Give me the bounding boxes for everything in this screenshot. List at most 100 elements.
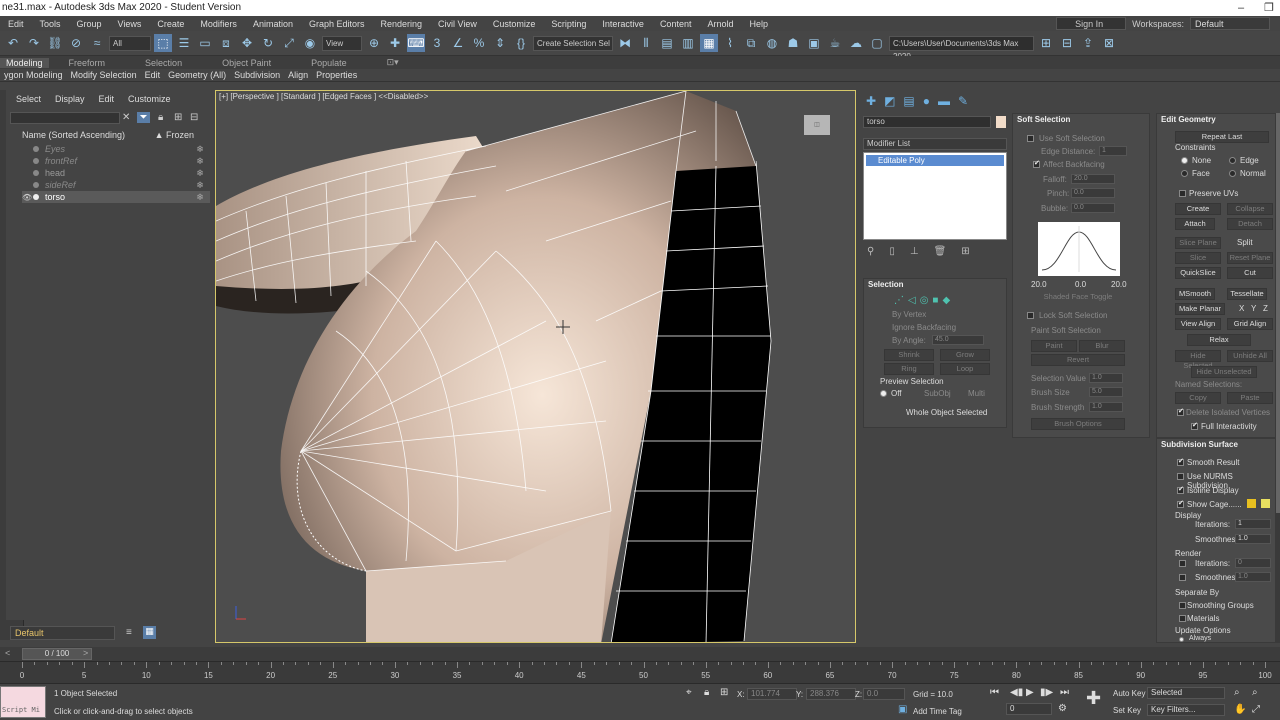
cage-color-swatch-1[interactable] bbox=[1247, 499, 1256, 508]
time-tag-icon[interactable]: ▣ bbox=[898, 704, 907, 715]
delete-isolated-checkbox[interactable] bbox=[1177, 407, 1184, 416]
bind-space-warp-icon[interactable]: ≈ bbox=[88, 34, 106, 52]
menu-tools[interactable]: Tools bbox=[32, 19, 69, 29]
modify-tab-icon[interactable]: ◩ bbox=[884, 94, 895, 108]
current-layer-dropdown[interactable]: Default bbox=[10, 626, 115, 640]
paste-button[interactable]: Paste bbox=[1227, 392, 1273, 404]
lock-icon[interactable]: 🔒︎ bbox=[158, 112, 163, 123]
zoom-icon[interactable]: ⌕ bbox=[1234, 687, 1240, 698]
workspace-dropdown[interactable]: Default bbox=[1190, 17, 1270, 30]
curve-editor-icon[interactable]: ⌇ bbox=[721, 34, 739, 52]
scale-icon[interactable]: ⤢ bbox=[280, 34, 298, 52]
repeat-last-button[interactable]: Repeat Last bbox=[1175, 131, 1269, 143]
viewcube[interactable]: ◫ bbox=[804, 115, 830, 135]
ribbon-modify-selection[interactable]: Modify Selection bbox=[67, 70, 141, 80]
soft-selection-title[interactable]: Soft Selection bbox=[1013, 114, 1149, 126]
frozen-icon[interactable]: ❄ bbox=[190, 180, 210, 191]
selection-filter-dropdown[interactable]: All bbox=[109, 35, 151, 51]
set-project-icon[interactable]: ⊞ bbox=[1037, 34, 1055, 52]
msmooth-button[interactable]: MSmooth bbox=[1175, 288, 1215, 300]
previous-frame-icon[interactable]: ◀▮ bbox=[1010, 687, 1023, 698]
scene-item-torso[interactable]: 👁︎ torso ❄ bbox=[22, 191, 210, 203]
render-iterations-spinner[interactable]: 0 bbox=[1235, 558, 1271, 568]
go-to-start-icon[interactable]: ⏮ bbox=[990, 687, 999, 698]
maxscript-listener[interactable]: Script Mi bbox=[0, 686, 46, 718]
ribbon-toggle-icon[interactable]: ▦ bbox=[700, 34, 718, 52]
relax-button[interactable]: Relax bbox=[1187, 334, 1251, 346]
move-icon[interactable]: ✥ bbox=[238, 34, 256, 52]
pivot-center-icon[interactable]: ⊕ bbox=[365, 34, 383, 52]
constraint-none-radio[interactable] bbox=[1181, 157, 1188, 164]
make-unique-icon[interactable]: ⊥ bbox=[910, 246, 919, 257]
view-align-button[interactable]: View Align bbox=[1175, 318, 1221, 330]
subobject-icons[interactable]: ⋰◁◎■◆ bbox=[894, 295, 954, 306]
motion-tab-icon[interactable]: ● bbox=[923, 94, 930, 108]
render-iterations-checkbox[interactable] bbox=[1179, 560, 1186, 567]
link-icon[interactable]: ⛓ bbox=[46, 34, 64, 52]
menu-interactive[interactable]: Interactive bbox=[594, 19, 652, 29]
revert-button[interactable]: Revert bbox=[1031, 354, 1125, 366]
menu-customize[interactable]: Customize bbox=[485, 19, 544, 29]
preview-off-radio[interactable] bbox=[880, 390, 887, 397]
planar-z-button[interactable]: Z bbox=[1263, 304, 1268, 313]
select-by-name-icon[interactable]: ☰ bbox=[175, 34, 193, 52]
schematic-view-icon[interactable]: ⧉ bbox=[742, 34, 760, 52]
named-selection-sets-dropdown[interactable]: Create Selection Sel bbox=[533, 35, 613, 51]
ribbon-tab-modeling[interactable]: Modeling bbox=[0, 57, 49, 68]
edit-geometry-title[interactable]: Edit Geometry bbox=[1157, 114, 1275, 126]
preview-multi-label[interactable]: Multi bbox=[968, 389, 985, 398]
frozen-icon[interactable]: ❄ bbox=[190, 192, 210, 203]
scene-explorer-icon[interactable]: ▥ bbox=[679, 34, 697, 52]
explorer-menu-customize[interactable]: Customize bbox=[128, 94, 171, 104]
layer-explorer-icon[interactable]: ▤ bbox=[658, 34, 676, 52]
ribbon-tab-selection[interactable]: Selection bbox=[125, 58, 202, 68]
remove-modifier-icon[interactable]: 🗑︎ bbox=[934, 246, 947, 257]
toolbar-option-icon[interactable]: ⊠ bbox=[1100, 34, 1118, 52]
subdivision-title[interactable]: Subdivision Surface bbox=[1157, 439, 1275, 451]
select-object-icon[interactable]: ⬚ bbox=[154, 34, 172, 52]
menu-arnold[interactable]: Arnold bbox=[699, 19, 741, 29]
ring-button[interactable]: Ring bbox=[884, 363, 934, 375]
shrink-button[interactable]: Shrink bbox=[884, 349, 934, 361]
maximize-icon[interactable]: ❐ bbox=[1264, 0, 1274, 16]
project-path-field[interactable]: C:\Users\User\Documents\3ds Max 2020 bbox=[889, 35, 1034, 61]
explorer-menu-display[interactable]: Display bbox=[55, 94, 85, 104]
export-icon[interactable]: ⇪ bbox=[1079, 34, 1097, 52]
command-panel-scrollbar[interactable] bbox=[1276, 113, 1280, 643]
next-frame-icon[interactable]: ▮▶ bbox=[1040, 687, 1053, 698]
menu-content[interactable]: Content bbox=[652, 19, 700, 29]
layer-stack-icon[interactable]: ≡ bbox=[126, 627, 132, 638]
lock-soft-selection-checkbox[interactable] bbox=[1027, 312, 1034, 319]
viewport-label[interactable]: [+] [Perspective ] [Standard ] [Edged Fa… bbox=[219, 92, 428, 101]
ribbon-properties[interactable]: Properties bbox=[312, 70, 361, 80]
menu-help[interactable]: Help bbox=[741, 19, 776, 29]
show-cage-checkbox[interactable] bbox=[1177, 499, 1184, 508]
menu-animation[interactable]: Animation bbox=[245, 19, 301, 29]
hierarchy-tab-icon[interactable]: ▤ bbox=[903, 94, 914, 108]
object-color-swatch[interactable] bbox=[996, 116, 1006, 128]
create-button[interactable]: Create bbox=[1175, 203, 1221, 215]
scene-item-frontref[interactable]: frontRef ❄ bbox=[22, 155, 210, 167]
spinner-snap-icon[interactable]: ⇕ bbox=[491, 34, 509, 52]
window-crossing-icon[interactable]: ⧈ bbox=[217, 34, 235, 52]
go-to-end-icon[interactable]: ⏭ bbox=[1060, 687, 1069, 698]
menu-rendering[interactable]: Rendering bbox=[373, 19, 431, 29]
menu-create[interactable]: Create bbox=[149, 19, 192, 29]
keyboard-shortcut-override-icon[interactable]: ⌨ bbox=[407, 34, 425, 52]
loop-button[interactable]: Loop bbox=[940, 363, 990, 375]
cage-color-swatch-2[interactable] bbox=[1261, 499, 1270, 508]
render-setup-icon[interactable]: ☗ bbox=[784, 34, 802, 52]
hierarchy-icon[interactable]: ⊞ bbox=[174, 112, 182, 123]
auto-key-button[interactable]: Auto Key bbox=[1113, 689, 1145, 698]
selection-rollout-title[interactable]: Selection bbox=[864, 279, 1006, 291]
ribbon-tab-freeform[interactable]: Freeform bbox=[49, 58, 126, 68]
time-slider[interactable]: 0 / 100 bbox=[22, 648, 92, 660]
ribbon-subdivision[interactable]: Subdivision bbox=[230, 70, 284, 80]
render-smoothness-spinner[interactable]: 1.0 bbox=[1235, 572, 1271, 582]
quickslice-button[interactable]: QuickSlice bbox=[1175, 267, 1221, 279]
use-nurms-checkbox[interactable] bbox=[1177, 473, 1184, 480]
place-icon[interactable]: ◉ bbox=[301, 34, 319, 52]
percent-snap-icon[interactable]: % bbox=[470, 34, 488, 52]
selection-lock-icon[interactable]: 🔒︎ bbox=[704, 687, 709, 698]
menu-graph-editors[interactable]: Graph Editors bbox=[301, 19, 373, 29]
